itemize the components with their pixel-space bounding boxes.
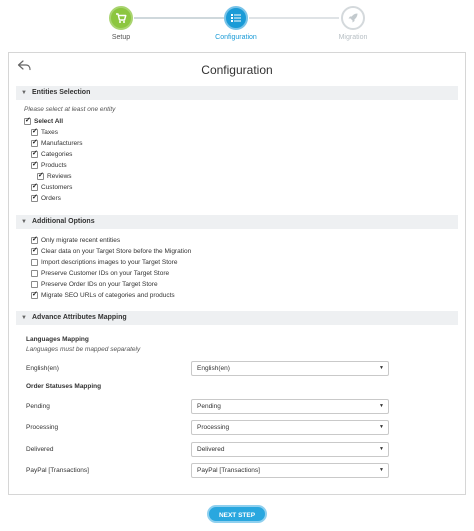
checkbox-orders[interactable]: Orders [31,193,61,203]
step-setup-label: Setup [111,34,131,41]
checkbox[interactable] [31,182,38,191]
checkbox[interactable] [24,116,31,125]
checkbox-preserve-customer-ids[interactable]: Preserve Customer IDs on your Target Sto… [31,268,169,278]
checkbox-label: Taxes [41,128,58,136]
checkbox-label: Categories [41,150,73,158]
section-header-options[interactable]: ▼ Additional Options [16,215,458,229]
section-title-entities: Entities Selection [32,89,91,96]
checkbox-taxes[interactable]: Taxes [31,127,58,137]
step-configuration[interactable]: Configuration [196,6,276,41]
dropdown-arrow-icon: ▼ [379,403,384,409]
checkbox-label: Manufacturers [41,139,83,147]
checkbox[interactable] [31,280,38,288]
checkbox-products[interactable]: Products [31,160,67,170]
checkbox-label: Products [41,161,67,169]
select-value: English(en) [197,365,230,372]
next-step-button[interactable]: NEXT STEP [207,505,267,523]
collapse-caret-icon: ▼ [21,315,27,321]
dropdown-arrow-icon: ▼ [379,467,384,473]
status-select-paypal[interactable]: PayPal [Transactions] ▼ [191,463,389,478]
status-select-pending[interactable]: Pending ▼ [191,399,389,414]
checkbox-label: Only migrate recent entities [41,236,121,244]
entities-hint: Please select at least one entity [24,106,116,113]
checkbox-clear-data[interactable]: Clear data on your Target Store before t… [31,246,191,256]
checkbox-label: Clear data on your Target Store before t… [41,247,192,255]
checkbox[interactable] [31,235,38,244]
cart-icon [109,6,133,30]
configuration-panel: Configuration ▼ Entities Selection Pleas… [8,52,466,495]
checkbox[interactable] [31,246,38,255]
checkbox[interactable] [31,127,38,136]
checkbox-label: Preserve Customer IDs on your Target Sto… [41,269,170,277]
section-header-entities[interactable]: ▼ Entities Selection [16,86,458,100]
checkbox-label: Select All [34,117,64,125]
status-label-pending: Pending [26,403,50,410]
checkbox-manufacturers[interactable]: Manufacturers [31,138,83,148]
section-header-mapping[interactable]: ▼ Advance Attributes Mapping [16,311,458,325]
select-value: Delivered [197,446,225,453]
select-value: Pending [197,403,221,410]
status-select-processing[interactable]: Processing ▼ [191,420,389,435]
step-migration-label: Migration [338,34,368,41]
checkbox-seo-urls[interactable]: Migrate SEO URLs of categories and produ… [31,290,175,300]
checkbox-label: Preserve Order IDs on your Target Store [41,280,158,288]
checkbox-label: Import descriptions images to your Targe… [41,258,178,266]
status-select-delivered[interactable]: Delivered ▼ [191,442,389,457]
dropdown-arrow-icon: ▼ [379,424,384,430]
checkbox[interactable] [31,258,38,266]
checkbox-categories[interactable]: Categories [31,149,72,159]
languages-mapping-title: Languages Mapping [26,336,89,343]
status-label-delivered: Delivered [26,446,54,453]
dropdown-arrow-icon: ▼ [379,446,384,452]
checkbox[interactable] [31,290,38,299]
checkbox-reviews[interactable]: Reviews [37,171,72,181]
step-migration[interactable]: Migration [313,6,393,41]
checkbox[interactable] [31,269,38,277]
checkbox-label: Orders [41,194,61,202]
checkbox-preserve-order-ids[interactable]: Preserve Order IDs on your Target Store [31,279,158,289]
select-value: PayPal [Transactions] [197,467,260,474]
section-title-options: Additional Options [32,218,95,225]
dropdown-arrow-icon: ▼ [379,365,384,371]
language-select-english[interactable]: English(en) ▼ [191,361,389,376]
checkbox[interactable] [31,160,38,169]
collapse-caret-icon: ▼ [21,90,27,96]
list-icon [224,6,248,30]
step-setup[interactable]: Setup [81,6,161,41]
progress-stepper: Setup Configuration Migration [0,0,474,48]
checkbox-recent-entities[interactable]: Only migrate recent entities [31,235,120,245]
language-label-english: English(en) [26,365,59,372]
checkbox-label: Customers [41,183,73,191]
status-label-processing: Processing [26,424,59,431]
checkbox-label: Reviews [47,172,72,180]
checkbox-select-all[interactable]: Select All [24,116,63,126]
checkbox-customers[interactable]: Customers [31,182,72,192]
languages-mapping-hint: Languages must be mapped separately [26,346,141,353]
checkbox[interactable] [37,171,44,180]
collapse-caret-icon: ▼ [21,219,27,225]
checkbox[interactable] [31,138,38,147]
order-statuses-title: Order Statuses Mapping [26,383,102,390]
status-label-paypal: PayPal [Transactions] [26,467,89,474]
select-value: Processing [197,424,230,431]
checkbox-import-images[interactable]: Import descriptions images to your Targe… [31,257,177,267]
step-configuration-label: Configuration [215,34,257,41]
section-title-mapping: Advance Attributes Mapping [32,314,127,321]
checkbox[interactable] [31,149,38,158]
checkbox-label: Migrate SEO URLs of categories and produ… [41,291,175,299]
checkbox[interactable] [31,193,38,202]
page-title: Configuration [201,63,273,77]
rocket-icon [341,6,365,30]
